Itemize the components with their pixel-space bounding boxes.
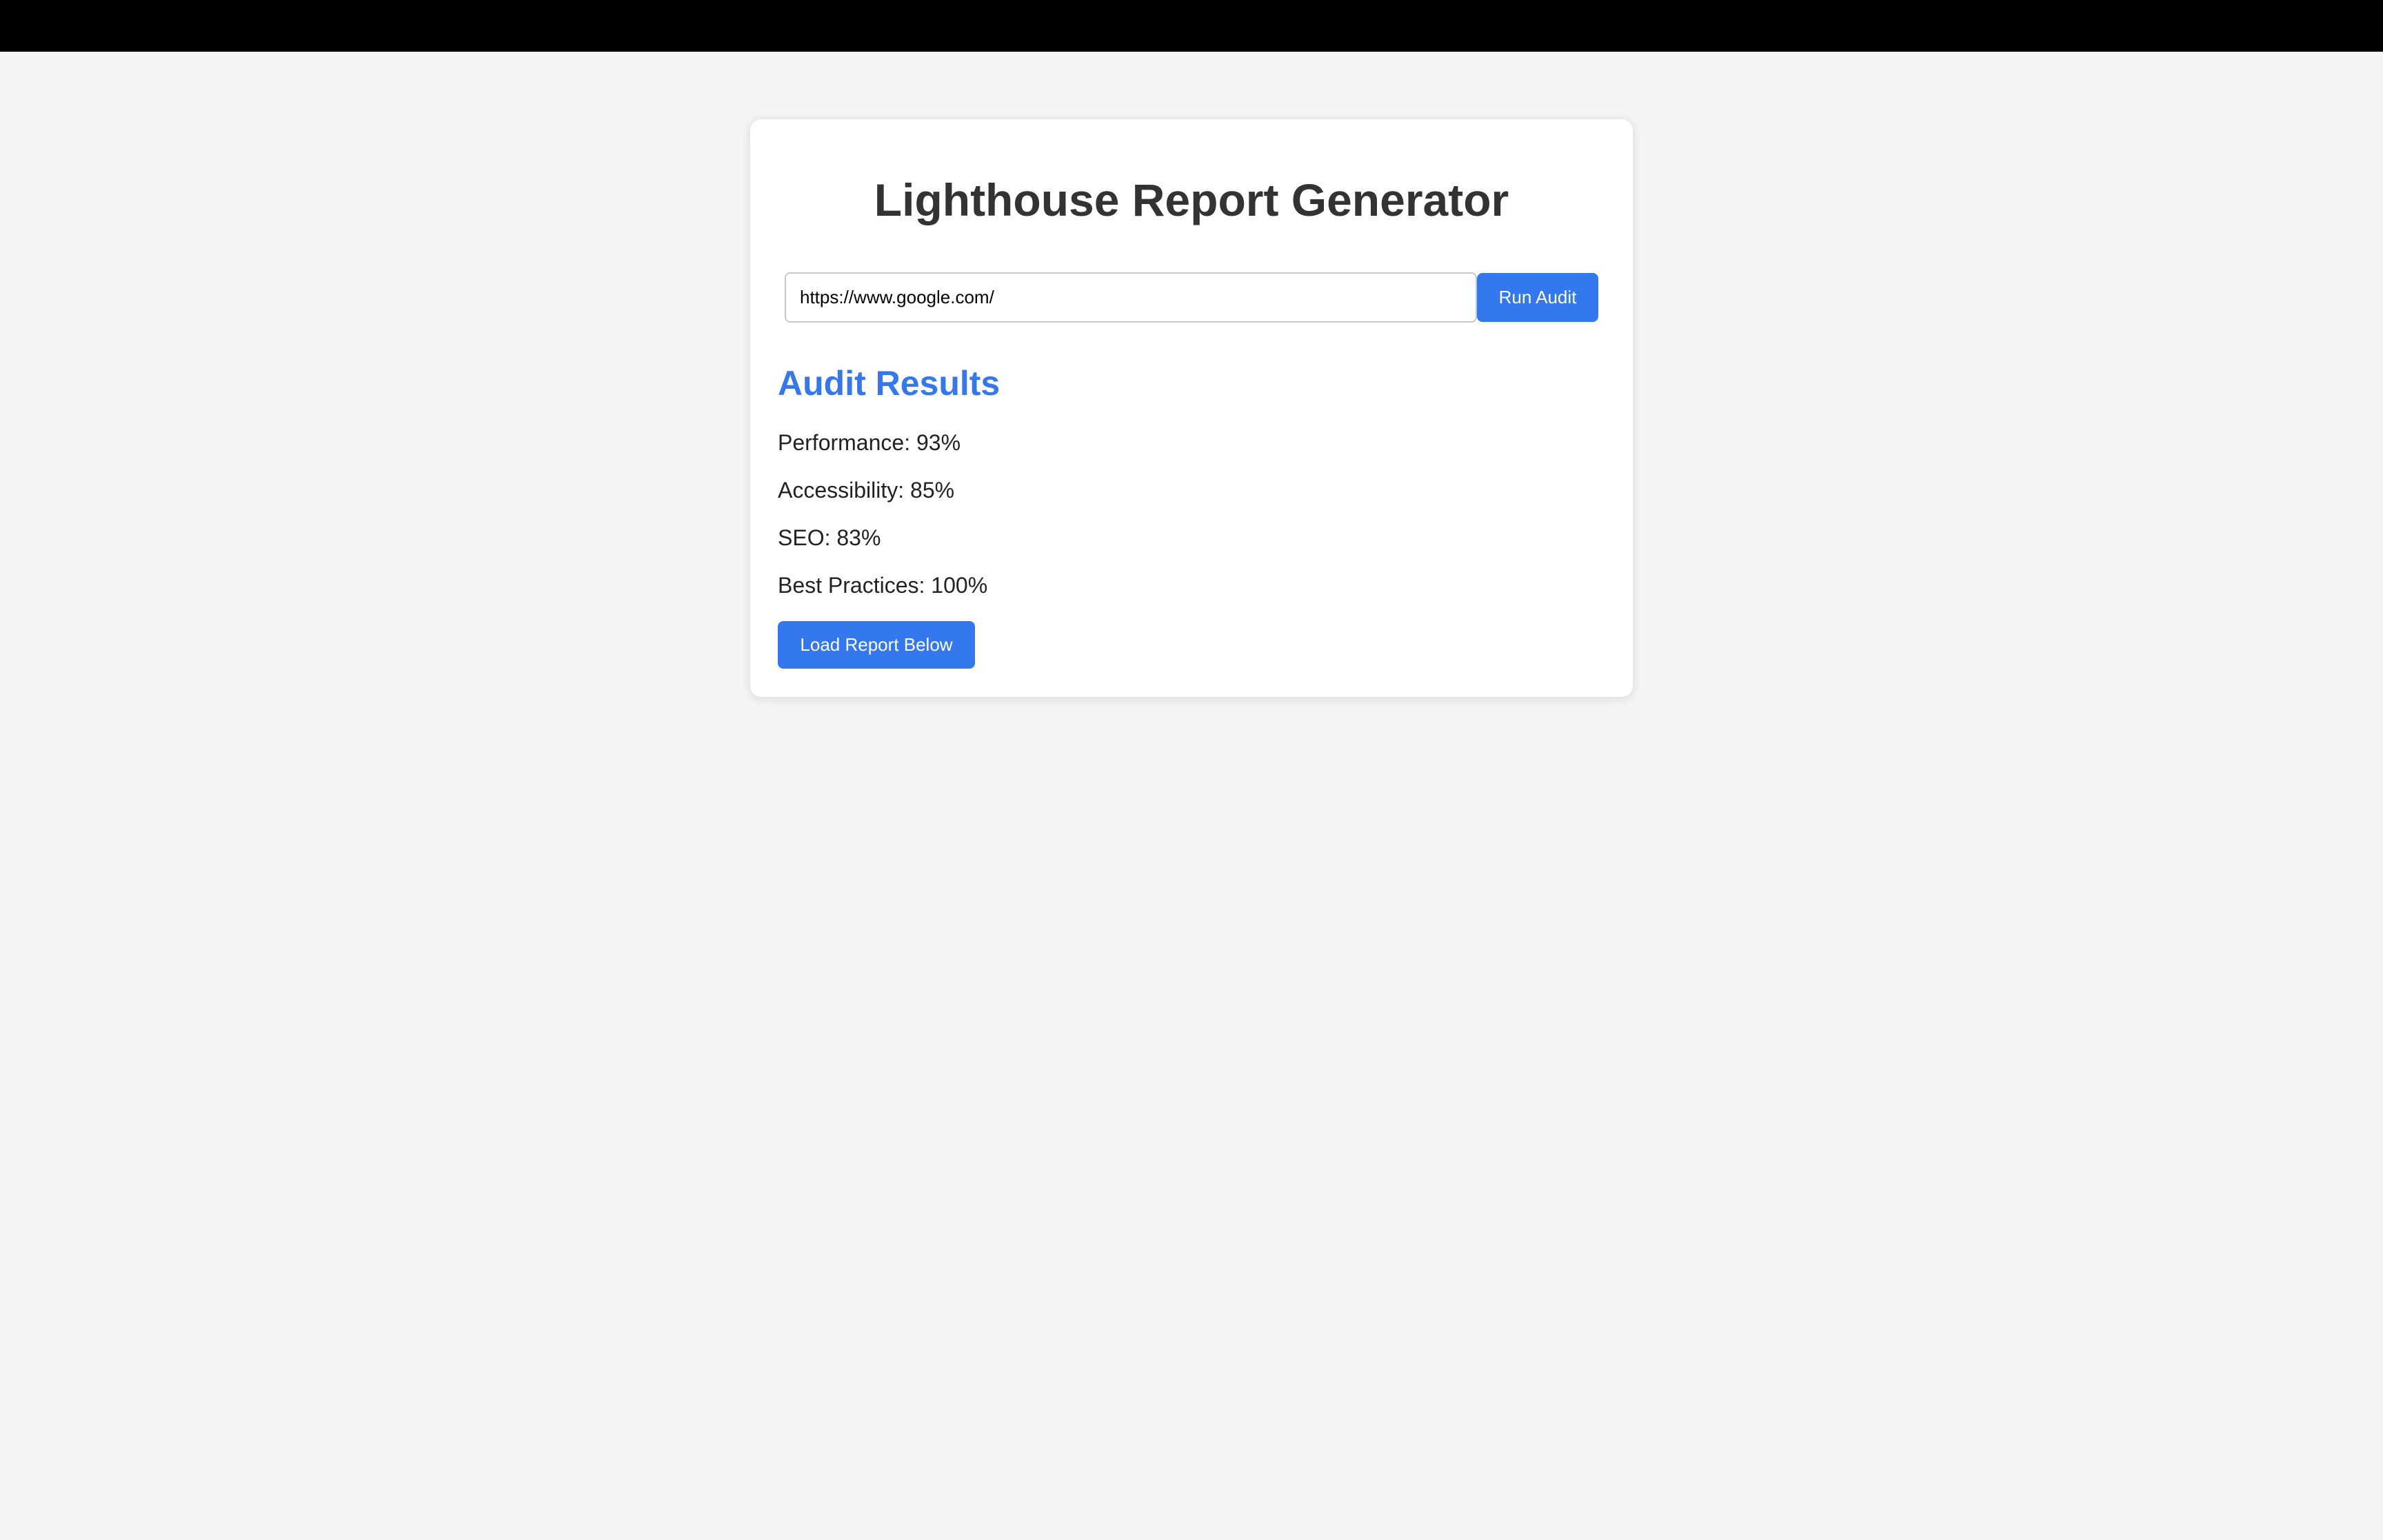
result-accessibility: Accessibility: 85% [778, 478, 955, 503]
url-input[interactable] [785, 272, 1477, 323]
load-report-button[interactable]: Load Report Below [778, 621, 975, 669]
top-bar [0, 0, 2383, 52]
result-best-practices: Best Practices: 100% [778, 573, 988, 598]
result-seo: SEO: 83% [778, 525, 881, 550]
run-audit-button[interactable]: Run Audit [1477, 273, 1598, 322]
page-title: Lighthouse Report Generator [874, 174, 1509, 225]
audit-results-heading: Audit Results [778, 364, 1001, 403]
result-performance: Performance: 93% [778, 430, 961, 455]
